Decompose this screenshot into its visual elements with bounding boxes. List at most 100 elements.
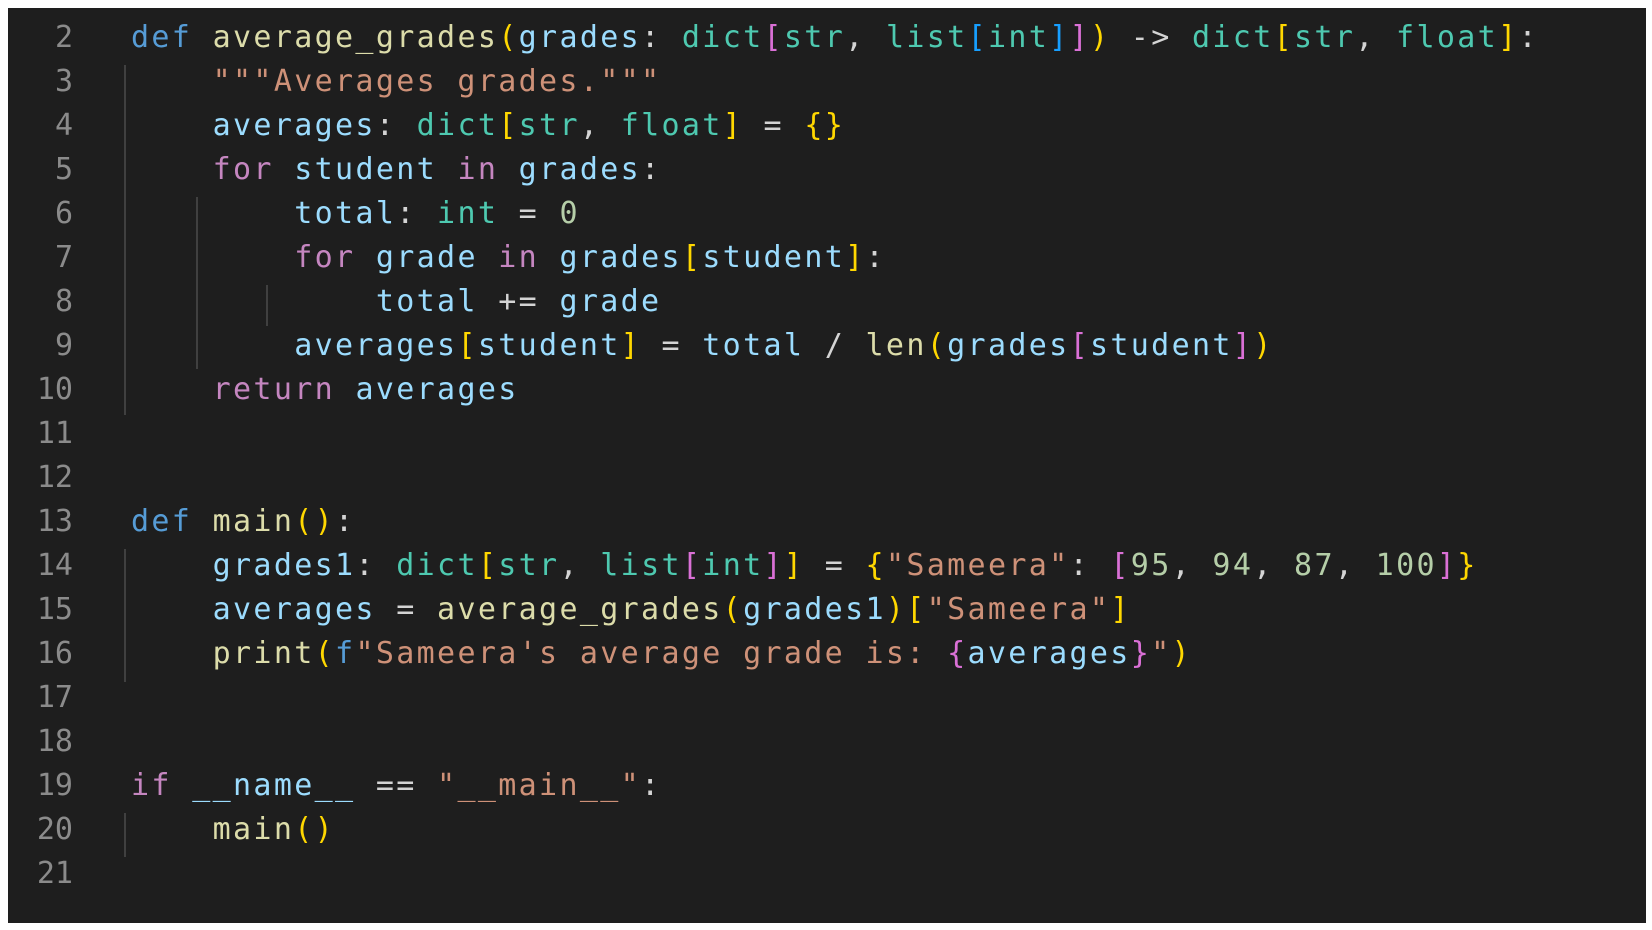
code-line[interactable]: 3 """Averages grades.""" <box>8 59 1646 105</box>
token-string: """Averages grades.""" <box>212 64 662 99</box>
token-string: "__main__" <box>437 768 642 803</box>
line-number: 15 <box>36 592 73 627</box>
code-line[interactable]: 7 for grade in grades[student]: <box>8 235 1646 281</box>
token-variable: grades <box>947 328 1070 363</box>
code-text: averages: dict[str, float] = {} <box>131 103 845 149</box>
code-text: grades1: dict[str, list[int]] = {"Sameer… <box>131 543 1478 589</box>
token-plain: , <box>845 20 886 55</box>
token-type: dict <box>396 548 478 583</box>
code-line[interactable]: 5 for student in grades: <box>8 147 1646 193</box>
token-number: 100 <box>1375 548 1437 583</box>
token-type: str <box>783 20 846 55</box>
token-bracket_1: ] <box>620 328 642 363</box>
token-variable: averages <box>967 636 1131 671</box>
code-line[interactable]: 18 <box>8 719 1646 765</box>
token-plain: : <box>1069 548 1111 583</box>
token-variable: grades <box>518 152 642 187</box>
token-function: main <box>212 812 295 847</box>
token-plain: , <box>1334 548 1376 583</box>
token-plain: : <box>641 152 662 187</box>
token-number: 0 <box>559 196 580 231</box>
token-control: return <box>212 372 336 407</box>
token-bracket_3: [ <box>967 20 988 55</box>
line-number: 14 <box>36 548 73 583</box>
indent-guide <box>124 813 126 857</box>
token-bracket_1: ) <box>1089 20 1111 55</box>
code-line[interactable]: 2 def average_grades(grades: dict[str, li… <box>8 15 1646 61</box>
line-number: 3 <box>54 64 73 99</box>
token-plain: = <box>743 108 805 143</box>
token-bracket_1: [ <box>457 328 478 363</box>
line-number: 12 <box>36 460 73 495</box>
code-line[interactable]: 10 return averages <box>8 367 1646 413</box>
token-type: str <box>498 548 560 583</box>
code-line[interactable]: 9 averages[student] = total / len(grades… <box>8 323 1646 369</box>
indent-guide <box>124 65 126 415</box>
token-number: 87 <box>1294 548 1335 583</box>
token-variable: averages <box>212 592 376 627</box>
token-bracket_2: ] <box>763 548 784 583</box>
code-line[interactable]: 11 <box>8 411 1646 457</box>
token-variable: grades1 <box>212 548 356 583</box>
code-line[interactable]: 20 main() <box>8 807 1646 853</box>
code-line[interactable]: 21 <box>8 851 1646 897</box>
token-variable: grade <box>559 284 662 319</box>
code-line[interactable]: 17 <box>8 675 1646 721</box>
token-function: average_grades <box>437 592 723 627</box>
token-bracket_1: [ <box>498 108 519 143</box>
token-plain: = <box>804 548 866 583</box>
token-plain: : <box>375 108 417 143</box>
code-editor[interactable]: 2 def average_grades(grades: dict[str, li… <box>8 8 1646 923</box>
token-string: "Sameera" <box>926 592 1111 627</box>
token-keyword: def <box>131 504 193 539</box>
code-line[interactable]: 16 print(f"Sameera's average grade is: {… <box>8 631 1646 677</box>
token-plain: == <box>355 768 438 803</box>
token-type: dict <box>1192 20 1274 55</box>
code-line[interactable]: 14 grades1: dict[str, list[int]] = {"Sam… <box>8 543 1646 589</box>
code-line[interactable]: 13 def main(): <box>8 499 1646 545</box>
code-line[interactable]: 8 total += grade <box>8 279 1646 325</box>
token-bracket_1: () <box>294 504 336 539</box>
token-bracket_2: [ <box>1069 328 1090 363</box>
token-string: "Sameera" <box>885 548 1070 583</box>
token-bracket_2: [ <box>763 20 784 55</box>
token-type: int <box>987 20 1050 55</box>
token-variable: student <box>294 152 438 187</box>
token-plain: : <box>1518 20 1539 55</box>
token-plain: += <box>477 284 560 319</box>
token-number: 94 <box>1212 548 1254 583</box>
code-text: def average_grades(grades: dict[str, lis… <box>131 15 1539 61</box>
line-number: 4 <box>54 108 73 143</box>
code-line[interactable]: 12 <box>8 455 1646 501</box>
token-function: average_grades <box>212 20 499 55</box>
line-number: 13 <box>36 504 73 539</box>
code-line[interactable]: 4 averages: dict[str, float] = {} <box>8 103 1646 149</box>
token-type: int <box>437 196 499 231</box>
token-variable: total <box>375 284 478 319</box>
code-line[interactable]: 19 if __name__ == "__main__": <box>8 763 1646 809</box>
line-number: 17 <box>36 680 73 715</box>
token-plain: , <box>559 548 601 583</box>
token-bracket_1: ) <box>885 592 907 627</box>
token-function: len <box>865 328 927 363</box>
token-variable: grades <box>518 20 642 55</box>
line-number: 20 <box>36 812 73 847</box>
token-bracket_2: } <box>1130 636 1152 671</box>
token-plain: , <box>1355 20 1397 55</box>
code-line[interactable]: 15 averages = average_grades(grades1)["S… <box>8 587 1646 633</box>
line-number: 18 <box>36 724 73 759</box>
code-text: averages[student] = total / len(grades[s… <box>131 323 1274 369</box>
token-bracket_2: { <box>947 636 968 671</box>
token-plain: : <box>396 196 438 231</box>
token-type: int <box>702 548 764 583</box>
code-line[interactable]: 6 total: int = 0 <box>8 191 1646 237</box>
token-control: if <box>131 768 172 803</box>
line-number: 9 <box>54 328 73 363</box>
